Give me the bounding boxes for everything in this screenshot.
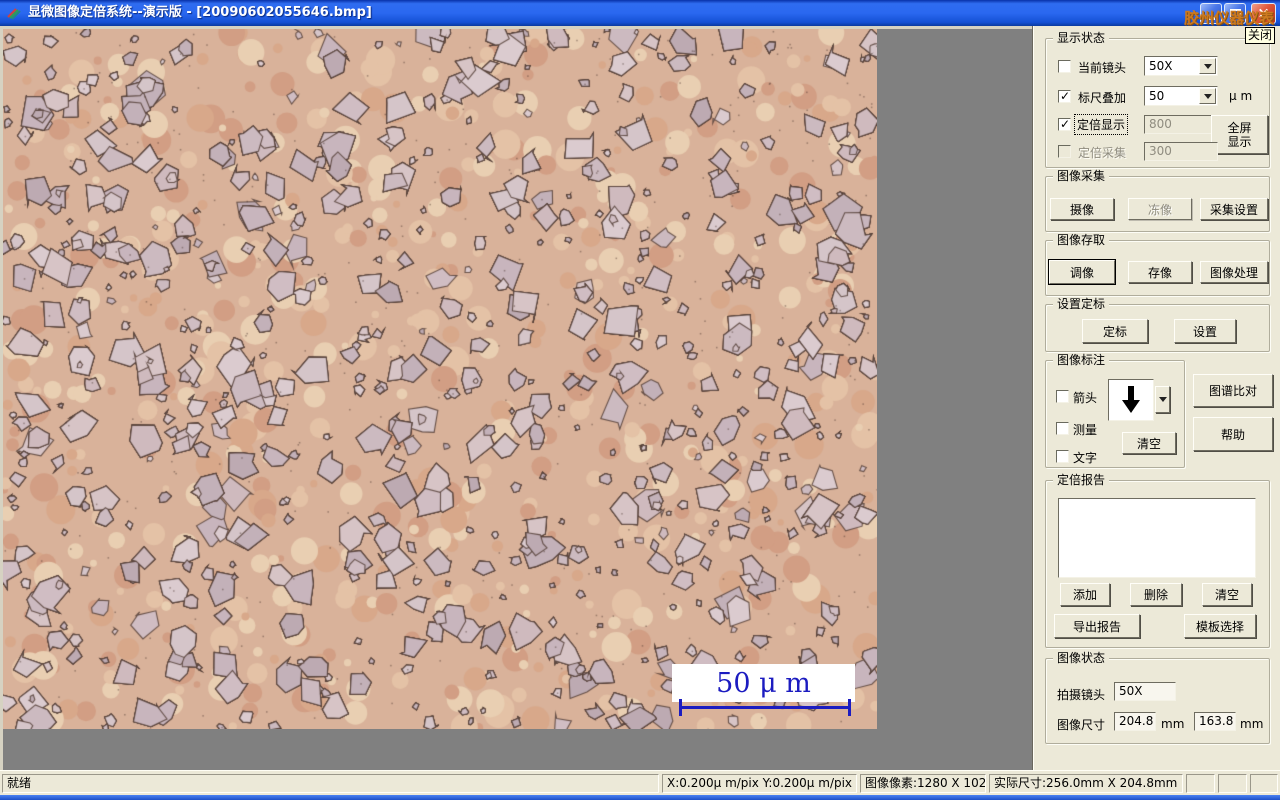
arrow-label: 箭头 [1073,391,1098,405]
status-image-pixels: 图像像素:1280 X 1024 [860,774,986,793]
scale-unit-label: μ m [1229,89,1253,103]
width-unit-label: mm [1161,717,1185,731]
scale-overlay-value: 50 [1149,89,1165,103]
lens-value-field[interactable]: 50X [1114,682,1176,701]
group-title: 图像状态 [1053,651,1110,665]
fixed-capture-field: 300 [1144,142,1218,161]
lens-label: 拍摄镜头 [1057,688,1106,702]
calibrate-button[interactable]: 定标 [1082,319,1148,343]
current-lens-label: 当前镜头 [1078,61,1127,75]
status-actual-size: 实际尺寸:256.0mm X 204.8mm [989,774,1183,793]
export-report-button[interactable]: 导出报告 [1054,614,1140,638]
fixed-capture-checkbox [1058,145,1071,158]
group-calibration: 设置定标 定标 设置 [1045,297,1270,352]
atlas-compare-button[interactable]: 图谱比对 [1193,374,1273,407]
status-ready: 就绪 [2,774,659,793]
control-panel: 显示状态 当前镜头 50X 标尺叠加 50 μ m 定倍显示 800 全 [1032,26,1280,770]
dropdown-arrow-icon[interactable] [1199,58,1216,74]
status-empty-panel [1218,774,1247,793]
scale-bar-label: 50 μ m [672,664,855,702]
window-title: 显微图像定倍系统--演示版 - [20090602055646.bmp] [28,5,372,20]
app-window: 显微图像定倍系统--演示版 - [20090602055646.bmp] × 胶… [0,0,1280,800]
status-pixel-scale: X:0.200μ m/pix Y:0.200μ m/pix [662,774,857,793]
group-report: 定倍报告 添加 删除 清空 导出报告 模板选择 [1045,473,1270,648]
measure-label: 测量 [1073,423,1098,437]
template-select-button[interactable]: 模板选择 [1184,614,1256,638]
measure-checkbox[interactable] [1056,422,1069,435]
dropdown-arrow-icon [1158,397,1167,402]
arrow-style-dropdown-button[interactable] [1155,386,1170,413]
freeze-button: 冻像 [1128,198,1192,220]
status-bar: 就绪 X:0.200μ m/pix Y:0.200μ m/pix 图像像素:12… [0,770,1280,795]
group-title: 图像存取 [1053,233,1110,247]
scale-overlay-checkbox[interactable] [1058,89,1071,103]
report-clear-button[interactable]: 清空 [1202,583,1252,606]
fullscreen-label-line1: 全屏 [1227,120,1252,135]
app-brush-icon [7,8,21,20]
fullscreen-label-line2: 显示 [1227,134,1252,149]
scale-overlay-combo[interactable]: 50 [1144,86,1218,106]
window-bottom-edge [0,795,1280,800]
group-title: 图像采集 [1053,169,1110,183]
image-size-label: 图像尺寸 [1057,718,1106,732]
help-button[interactable]: 帮助 [1193,417,1273,451]
scale-bar-line [679,706,851,709]
fixed-display-label: 定倍显示 [1073,114,1129,135]
close-tooltip: 关闭 [1245,27,1276,44]
arrow-style-combo[interactable] [1108,379,1154,421]
vendor-watermark: 胶州仪器仪表 [1184,9,1275,27]
calibration-settings-button[interactable]: 设置 [1174,319,1236,343]
scale-bar-tick-left [679,699,682,716]
height-unit-label: mm [1240,717,1264,731]
current-lens-checkbox[interactable] [1058,60,1071,73]
image-process-button[interactable]: 图像处理 [1200,261,1268,283]
text-checkbox[interactable] [1056,450,1069,463]
scale-overlay-label: 标尺叠加 [1078,91,1127,105]
text-label: 文字 [1073,451,1098,465]
report-listbox[interactable] [1058,498,1256,578]
save-image-button[interactable]: 存像 [1128,261,1192,283]
group-title: 图像标注 [1053,353,1110,367]
dropdown-arrow-icon[interactable] [1199,88,1216,104]
fixed-capture-label: 定倍采集 [1078,146,1127,160]
capture-button[interactable]: 摄像 [1050,198,1114,220]
fixed-display-field: 800 [1144,115,1218,134]
micrograph-image [3,29,877,729]
title-bar: 显微图像定倍系统--演示版 - [20090602055646.bmp] × [0,0,1280,26]
client-area: 50 μ m 显示状态 当前镜头 50X 标尺叠加 50 μ [0,26,1280,770]
group-image-capture: 图像采集 摄像 冻像 采集设置 [1045,169,1270,232]
group-image-storage: 图像存取 调像 存像 图像处理 [1045,233,1270,296]
fixed-display-checkbox[interactable] [1058,117,1071,131]
current-lens-combo[interactable]: 50X [1144,56,1218,76]
status-empty-panel [1186,774,1215,793]
image-width-field[interactable]: 204.8 [1114,712,1156,731]
image-height-field[interactable]: 163.8 [1194,712,1236,731]
current-lens-value: 50X [1149,59,1173,73]
scale-bar-tick-right [848,699,851,716]
fullscreen-button[interactable]: 全屏 显示 [1211,115,1268,154]
capture-settings-button[interactable]: 采集设置 [1200,198,1268,220]
group-title: 设置定标 [1053,297,1110,311]
group-annotation: 图像标注 箭头 测量 文字 清空 [1045,353,1185,468]
clear-annotation-button[interactable]: 清空 [1122,432,1176,454]
group-title: 定倍报告 [1053,473,1110,487]
arrow-checkbox[interactable] [1056,390,1069,403]
group-display-status: 显示状态 当前镜头 50X 标尺叠加 50 μ m 定倍显示 800 全 [1045,31,1270,168]
status-empty-panel [1250,774,1278,793]
report-delete-button[interactable]: 删除 [1130,583,1182,606]
load-image-button[interactable]: 调像 [1049,260,1115,284]
down-arrow-icon [1122,386,1140,413]
group-image-status: 图像状态 拍摄镜头 50X 图像尺寸 204.8 mm 163.8 mm [1045,651,1270,744]
group-title: 显示状态 [1053,31,1110,45]
report-add-button[interactable]: 添加 [1060,583,1110,606]
